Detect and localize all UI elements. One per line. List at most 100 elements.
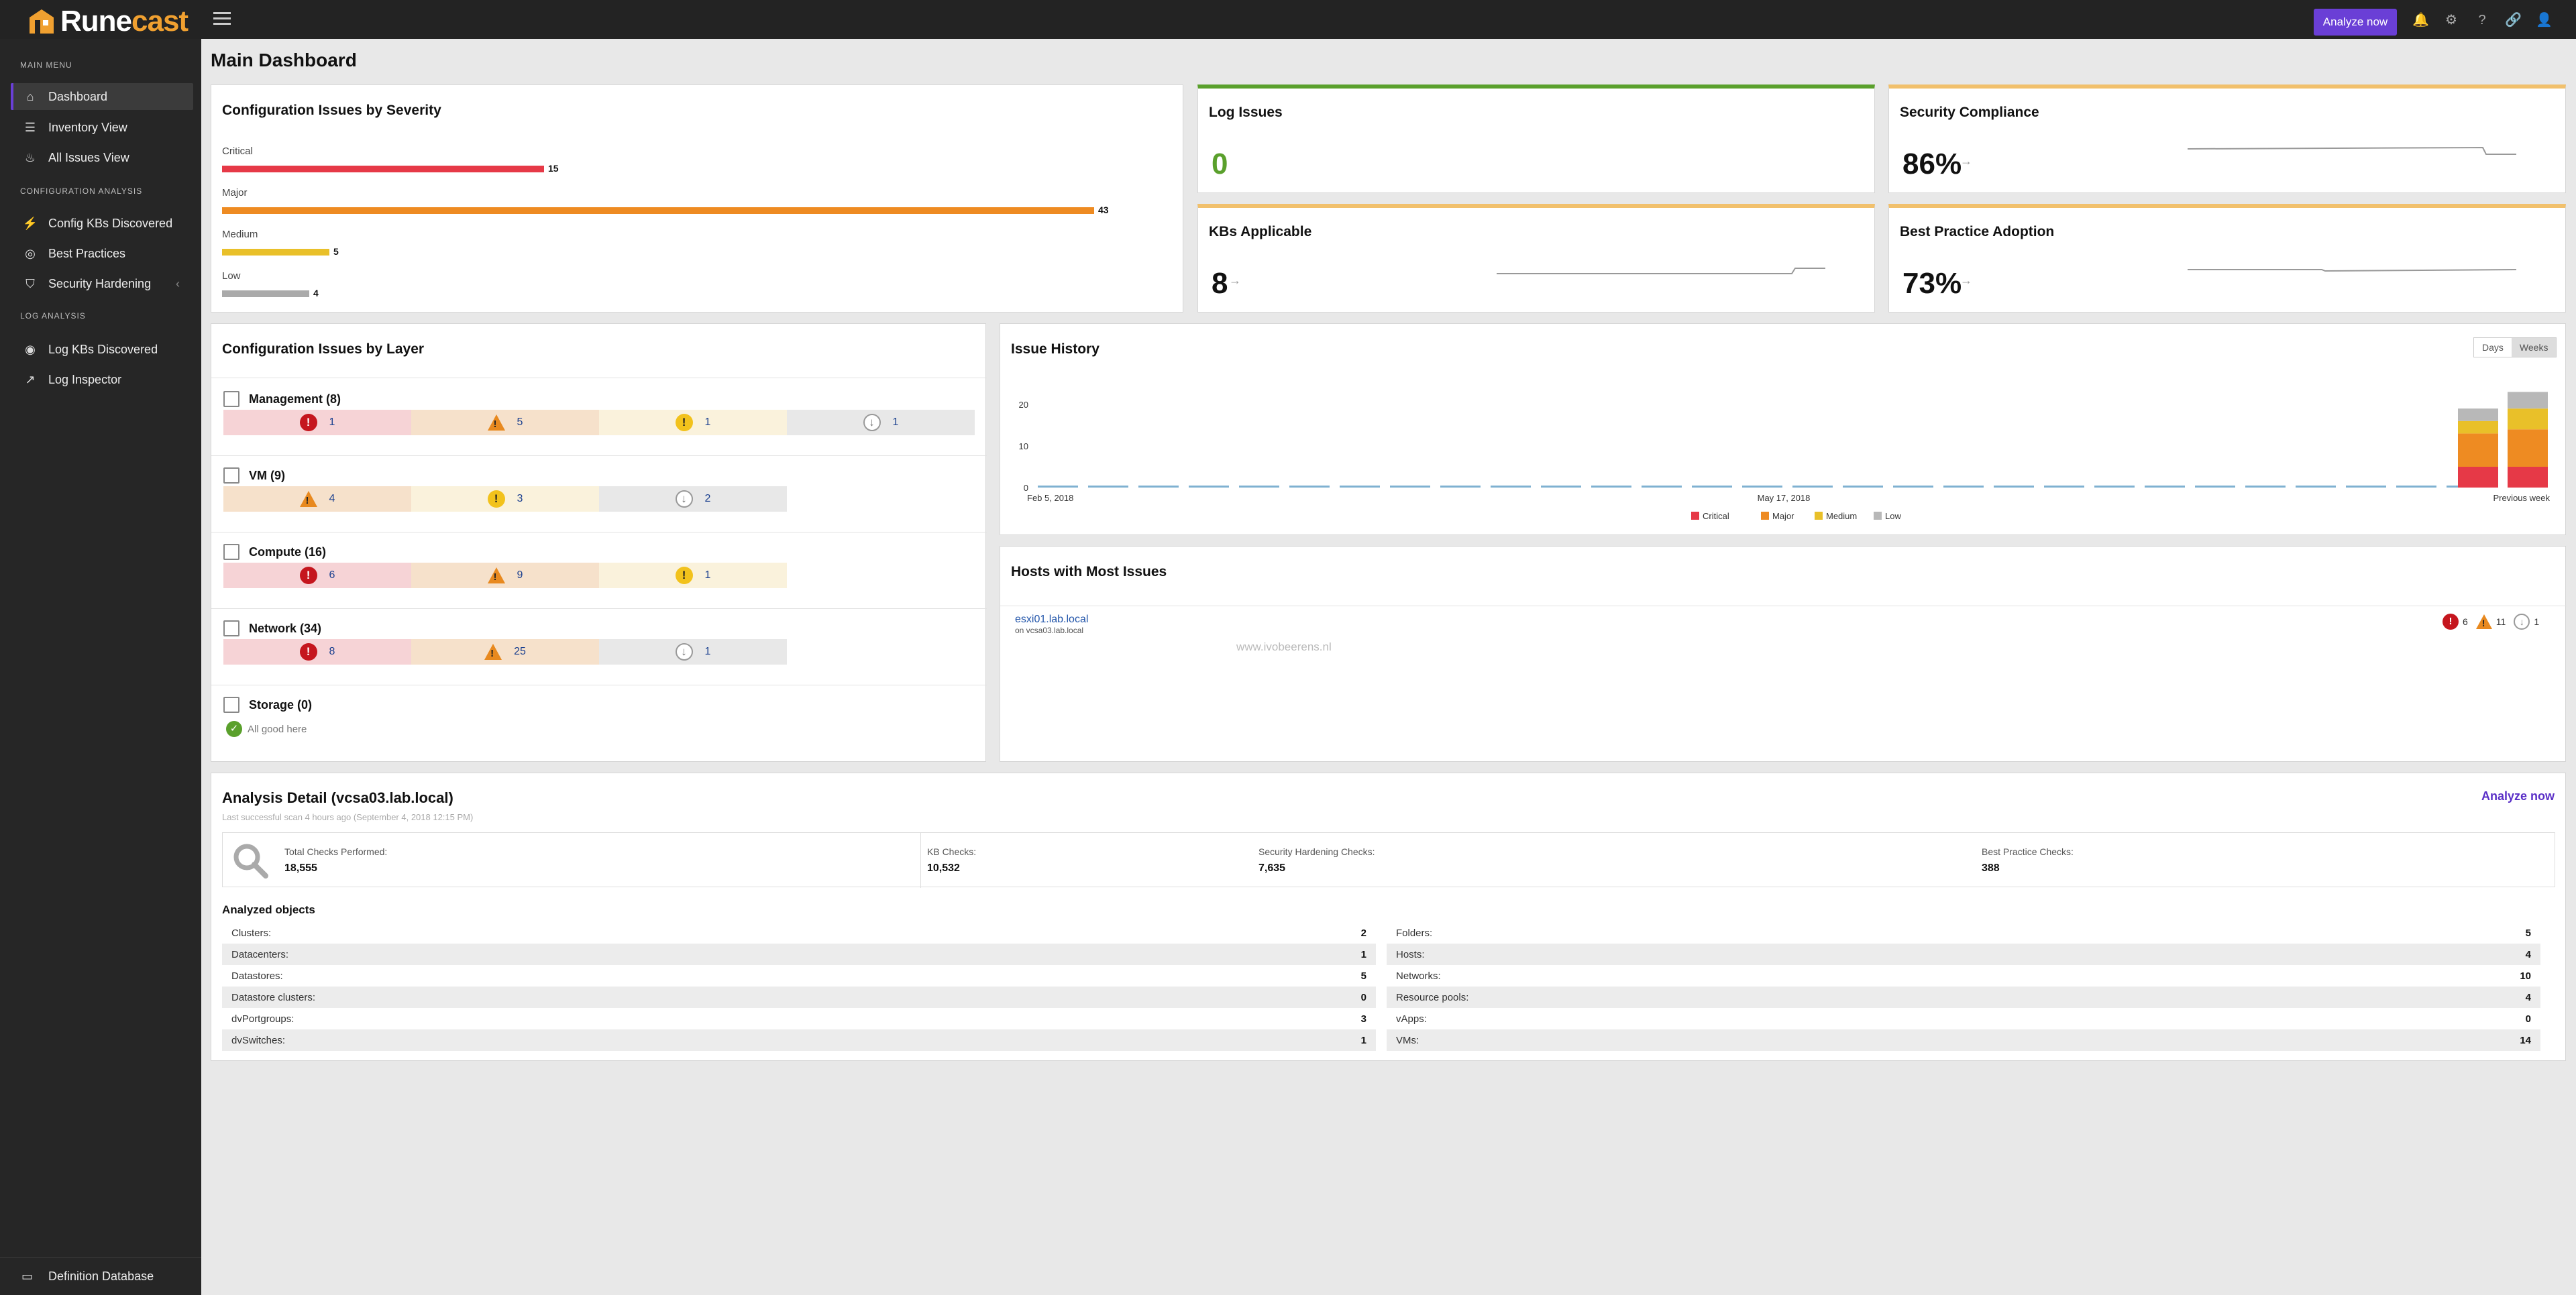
sidebar-item-inventory-view[interactable]: ☰ Inventory View xyxy=(11,114,193,141)
severity-bar-critical[interactable] xyxy=(222,166,544,172)
object-row: dvSwitches: 1 xyxy=(222,1029,1376,1051)
host-link[interactable]: esxi01.lab.local xyxy=(1015,614,1088,626)
security-compliance-card[interactable]: Security Compliance 86% → xyxy=(1888,85,2566,193)
network-icon xyxy=(223,620,239,636)
sidebar-item-all-issues-view[interactable]: ♨ All Issues View xyxy=(11,144,193,171)
legend-swatch xyxy=(1761,512,1769,520)
sidebar-item-security-hardening[interactable]: ⛉ Security Hardening ‹ xyxy=(11,270,193,297)
sidebar-item-label: Log Inspector xyxy=(48,372,122,386)
layer-storage[interactable]: Storage (0) xyxy=(223,697,312,713)
critical-icon: ! xyxy=(299,567,317,584)
object-row: Networks: 10 xyxy=(1396,970,2531,982)
y-tick-label: 0 xyxy=(1024,483,1028,493)
bp-checks-value: 388 xyxy=(1982,862,2000,874)
layer-vm[interactable]: VM (9) xyxy=(223,467,285,484)
empty-week-bar xyxy=(2094,486,2135,488)
runecast-logo-icon xyxy=(30,9,54,34)
empty-week-bar xyxy=(1088,486,1128,488)
y-tick-label: 20 xyxy=(1019,400,1028,410)
log-issues-card[interactable]: Log Issues 0 xyxy=(1197,85,1875,193)
management-critical[interactable]: ! 1 xyxy=(223,410,411,435)
chevron-left-icon: ‹ xyxy=(176,276,180,290)
trend-arrow-icon: → xyxy=(1960,274,1972,287)
layer-compute[interactable]: Compute (16) xyxy=(223,544,326,560)
empty-week-bar xyxy=(1390,486,1430,488)
empty-week-bar xyxy=(1994,486,2034,488)
layer-network[interactable]: Network (34) xyxy=(223,620,321,636)
help-icon[interactable]: ? xyxy=(2474,12,2490,28)
empty-week-bar xyxy=(1893,486,1933,488)
severity-bar-medium[interactable] xyxy=(222,249,329,256)
bar-critical xyxy=(2458,467,2498,488)
compute-major[interactable]: ! 9 xyxy=(411,563,599,588)
severity-label-low: Low xyxy=(222,270,241,282)
sidebar-item-best-practices[interactable]: ◎ Best Practices xyxy=(11,240,193,267)
management-low[interactable]: ↓ 1 xyxy=(787,410,975,435)
object-row: vApps: 0 xyxy=(1396,1013,2531,1025)
legend-label: Critical xyxy=(1703,511,1729,521)
vm-low[interactable]: ↓ 2 xyxy=(599,486,787,512)
runecast-logo[interactable]: Runecast xyxy=(27,5,201,38)
security-sparkline xyxy=(2188,146,2516,155)
severity-value-critical: 15 xyxy=(548,163,559,174)
host-low-count: 1 xyxy=(2534,616,2540,627)
bar-medium xyxy=(2508,408,2548,430)
sidebar-item-label: Best Practices xyxy=(48,246,126,260)
kb-checks-label: KB Checks: xyxy=(927,846,977,857)
vm-medium[interactable]: ! 3 xyxy=(411,486,599,512)
sidebar-item-log-inspector[interactable]: ↗ Log Inspector xyxy=(11,366,193,393)
object-row: dvPortgroups: 3 xyxy=(231,1013,1366,1025)
host-critical-count: 6 xyxy=(2463,616,2468,627)
empty-week-bar xyxy=(1239,486,1279,488)
analyzed-objects-title: Analyzed objects xyxy=(222,903,315,916)
sidebar-item-log-kbs[interactable]: ◉ Log KBs Discovered xyxy=(11,336,193,363)
sidebar-item-dashboard[interactable]: ⌂ Dashboard xyxy=(11,83,193,110)
management-medium[interactable]: ! 1 xyxy=(599,410,787,435)
network-major[interactable]: ! 25 xyxy=(411,639,599,665)
sidebar-item-definition-database[interactable]: ▭ Definition Database xyxy=(0,1257,201,1295)
management-icon xyxy=(223,391,239,407)
low-icon: ↓ xyxy=(675,643,693,661)
compute-critical[interactable]: ! 6 xyxy=(223,563,411,588)
bell-icon[interactable]: 🔔 xyxy=(2412,12,2429,28)
layer-title: Configuration Issues by Layer xyxy=(222,341,425,357)
empty-week-bar xyxy=(2195,486,2235,488)
top-analyze-now-button[interactable]: Analyze now xyxy=(2314,9,2397,36)
top-bar: Runecast Analyze now 🔔 ⚙ ? 🔗 👤 xyxy=(0,0,2576,39)
empty-week-bar xyxy=(1491,486,1531,488)
total-checks-value: 18,555 xyxy=(284,862,317,874)
severity-value-medium: 5 xyxy=(333,246,339,257)
severity-bar-low[interactable] xyxy=(222,290,309,297)
analysis-title: Analysis Detail (vcsa03.lab.local) xyxy=(222,789,453,806)
sidebar-item-label: All Issues View xyxy=(48,150,129,164)
user-icon[interactable]: 👤 xyxy=(2536,12,2553,28)
object-row: Datastore clusters: 0 xyxy=(222,987,1376,1008)
kbs-applicable-card[interactable]: KBs Applicable 8 → xyxy=(1197,204,1875,313)
best-practice-card[interactable]: Best Practice Adoption 73% → xyxy=(1888,204,2566,313)
network-low[interactable]: ↓ 1 xyxy=(599,639,787,665)
analysis-card: Analysis Detail (vcsa03.lab.local) Last … xyxy=(211,773,2566,1061)
network-critical[interactable]: ! 8 xyxy=(223,639,411,665)
compute-medium[interactable]: ! 1 xyxy=(599,563,787,588)
severity-bar-major[interactable] xyxy=(222,207,1094,214)
severity-label-medium: Medium xyxy=(222,229,258,240)
analysis-subtitle: Last successful scan 4 hours ago (Septem… xyxy=(222,812,474,822)
sidebar-item-label: Dashboard xyxy=(48,89,108,103)
vm-major[interactable]: ! 4 xyxy=(223,486,411,512)
sidebar-item-config-kbs[interactable]: ⚡ Config KBs Discovered xyxy=(11,210,193,237)
sidebar-item-label: Definition Database xyxy=(48,1270,154,1283)
checks-summary: Total Checks Performed: 18,555 KB Checks… xyxy=(222,832,2555,888)
vm-icon xyxy=(223,467,239,484)
sidebar-item-label: Config KBs Discovered xyxy=(48,216,173,230)
gear-icon[interactable]: ⚙ xyxy=(2443,12,2459,28)
menu-toggle-icon[interactable] xyxy=(213,12,231,27)
object-row: Resource pools: 4 xyxy=(1387,987,2540,1008)
analyze-now-link[interactable]: Analyze now xyxy=(2481,789,2555,803)
warning-icon: ! xyxy=(2475,614,2492,629)
management-major[interactable]: ! 5 xyxy=(411,410,599,435)
kb-checks-value: 10,532 xyxy=(927,862,960,874)
layer-management[interactable]: Management (8) xyxy=(223,391,341,407)
link-icon[interactable]: 🔗 xyxy=(2505,12,2522,28)
sh-checks-value: 7,635 xyxy=(1258,862,1286,874)
kbs-applicable-title: KBs Applicable xyxy=(1209,224,1312,239)
